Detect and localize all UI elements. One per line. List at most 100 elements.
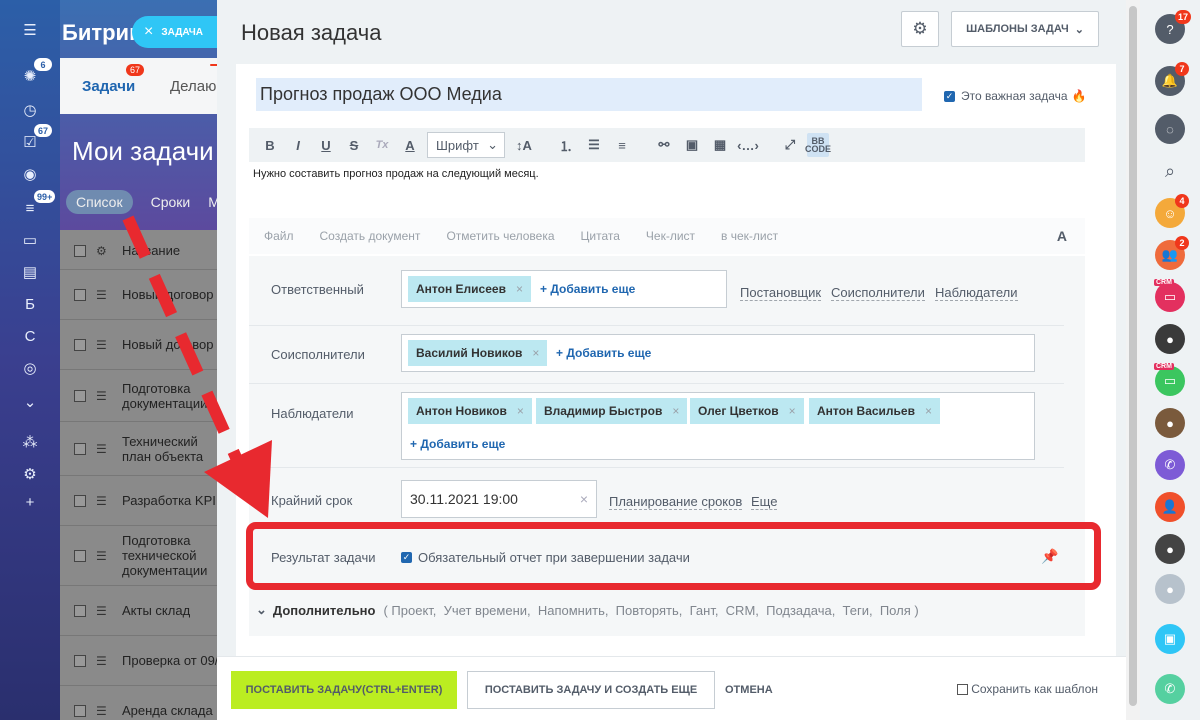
observers-field[interactable]: Антон Новиков × Владимир Быстров × Олег Цв… [401,392,1035,460]
task-name[interactable]: Подготовка документации [122,381,220,411]
row-checkbox[interactable] [74,704,86,717]
task-title-input[interactable]: Прогноз продаж ООО Медиа [256,78,922,111]
avatar-icon[interactable]: ● [1155,408,1185,438]
user-icon[interactable]: 👤 [1155,492,1185,522]
checklist-link[interactable]: Чек-лист [646,229,695,243]
scrollbar-thumb[interactable] [1129,6,1137,706]
gear-icon[interactable]: ⚙ [96,244,108,258]
task-name[interactable]: Акты склад [122,603,190,618]
remove-icon[interactable]: × [789,404,796,418]
gear-icon[interactable]: ⚙ [0,460,60,488]
slider-close-tag[interactable]: × ЗАДАЧА [132,16,218,48]
task-name[interactable]: Новый договор [122,337,213,352]
text-color-button[interactable]: A [399,133,421,157]
clear-format-button[interactable]: Tx [371,133,393,157]
close-icon[interactable]: × [144,23,153,41]
cancel-button[interactable]: ОТМЕНА [725,684,773,696]
add-coexecutor-link[interactable]: + Добавить еще [556,346,651,360]
responsible-field[interactable]: Антон Елисеев × + Добавить еще [401,270,727,308]
row-checkbox[interactable] [74,288,86,301]
drag-handle-icon[interactable]: ☰ [96,704,108,718]
table-row[interactable]: ☰ Акты склад [60,586,220,636]
save-as-template-checkbox[interactable] [957,683,969,695]
filter-list[interactable]: Список [66,190,133,214]
to-checklist-link[interactable]: в чек-лист [721,229,778,243]
drag-handle-icon[interactable]: ☰ [96,549,108,563]
panel-scrollbar[interactable] [1126,0,1140,720]
add-observer-link[interactable]: + Добавить еще [410,437,505,451]
row-checkbox[interactable] [74,389,86,402]
menu-icon[interactable]: ☰ [0,16,60,44]
row-checkbox[interactable] [74,338,86,351]
bbcode-toggle-icon[interactable]: BB CODE [805,133,831,157]
important-toggle[interactable]: ✓ Это важная задача 🔥 [944,89,1087,103]
remove-icon[interactable]: × [516,282,523,296]
chat-icon[interactable]: ◌ [1155,114,1185,144]
phone-copy-icon[interactable]: ▣ [1155,624,1185,654]
quote-link[interactable]: Цитата [581,229,620,243]
code-icon[interactable]: ‹…› [737,133,759,157]
attach-file-link[interactable]: Файл [264,229,294,243]
italic-button[interactable]: I [287,133,309,157]
remove-icon[interactable]: × [532,346,539,360]
coexecutors-link[interactable]: Соисполнители [831,285,925,301]
avatar-icon[interactable]: ● [1155,534,1185,564]
table-row[interactable]: ☰ Новый договор [60,270,220,320]
additional-section[interactable]: ⌄ Дополнительно ( Проект, Учет времени, … [256,602,919,618]
row-checkbox[interactable] [74,549,86,562]
c-icon[interactable]: С [0,322,60,350]
font-size-icon[interactable]: ↕A [513,133,535,157]
search-icon[interactable]: ⌕ [1155,156,1185,186]
calendar-icon[interactable]: ▭ [0,226,60,254]
drag-handle-icon[interactable]: ☰ [96,442,108,456]
table-icon[interactable]: ▦ [709,133,731,157]
submit-task-button[interactable]: ПОСТАВИТЬ ЗАДАЧУ(CTRL+ENTER) [231,671,457,709]
robot-icon[interactable]: ◉ [0,160,60,188]
underline-button[interactable]: U [315,133,337,157]
add-responsible-link[interactable]: + Добавить еще [540,282,635,296]
table-row[interactable]: ☰ Технический план объекта [60,422,220,476]
tab-doing[interactable]: Делаю [170,78,216,95]
table-row[interactable]: ☰ Новый договор [60,320,220,370]
row-checkbox[interactable] [74,654,86,667]
table-row[interactable]: ☰ Подготовка технической документации [60,526,220,586]
remove-icon[interactable]: × [925,404,932,418]
table-row[interactable]: ☰ Подготовка документации [60,370,220,422]
task-name[interactable]: Проверка от 09/ [122,653,218,668]
bold-button[interactable]: B [259,133,281,157]
contact-icon[interactable]: ▤ [0,258,60,286]
clear-icon[interactable]: × [580,491,588,507]
task-name[interactable]: Аренда склада [122,703,213,718]
target-icon[interactable]: ◎ [0,354,60,382]
save-as-template-toggle[interactable]: Сохранить как шаблон [957,682,1098,696]
viber-icon[interactable]: ✆ [1155,450,1185,480]
task-name[interactable]: Новый договор [122,287,213,302]
numbered-list-icon[interactable]: ⒈ [555,133,577,157]
remove-icon[interactable]: × [517,404,524,418]
task-name[interactable]: Разработка KPI [122,493,216,508]
network-icon[interactable]: ⁂ [0,428,60,456]
row-checkbox[interactable] [74,442,86,455]
row-checkbox[interactable] [74,604,86,617]
observers-link[interactable]: Наблюдатели [935,285,1018,301]
drag-handle-icon[interactable]: ☰ [96,604,108,618]
drag-handle-icon[interactable]: ☰ [96,389,108,403]
remove-icon[interactable]: × [672,404,679,418]
b-icon[interactable]: Б [0,290,60,318]
mention-person-link[interactable]: Отметить человека [446,229,554,243]
drag-handle-icon[interactable]: ☰ [96,654,108,668]
create-document-link[interactable]: Создать документ [320,229,421,243]
submit-and-create-button[interactable]: ПОСТАВИТЬ ЗАДАЧУ И СОЗДАТЬ ЕЩЕ [467,671,715,709]
crm-icon[interactable]: ▭ [1155,366,1185,396]
more-deadline-link[interactable]: Еще [751,494,778,510]
font-select[interactable]: Шрифт ⌄ [427,132,505,158]
drag-handle-icon[interactable]: ☰ [96,338,108,352]
deadline-input[interactable]: 30.11.2021 19:00 × [401,480,597,518]
description-editor[interactable]: Нужно составить прогноз продаж на следую… [253,168,539,180]
clock-icon[interactable]: ◷ [0,96,60,124]
table-row[interactable]: ☰ Аренда склада [60,686,220,720]
link-icon[interactable]: ⚯ [653,133,675,157]
table-row[interactable]: ☰ Проверка от 09/ [60,636,220,686]
tab-tasks[interactable]: Задачи [82,78,135,95]
filter-deadlines[interactable]: Сроки [151,194,191,214]
